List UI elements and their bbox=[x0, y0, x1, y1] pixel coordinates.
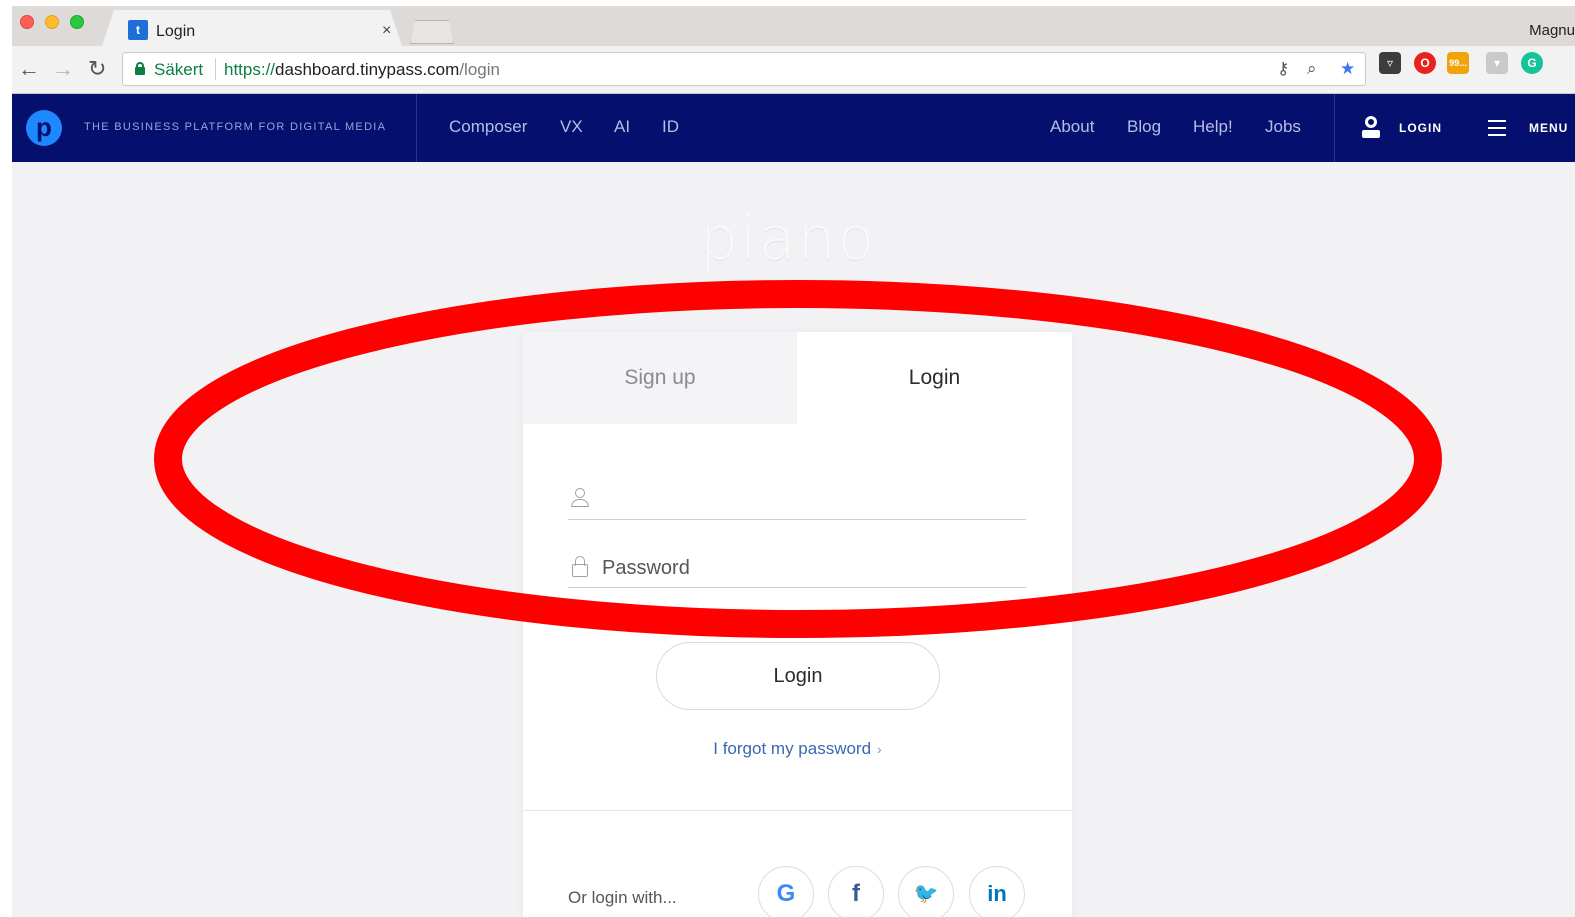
tab-favicon-icon: t bbox=[128, 20, 148, 40]
login-button[interactable]: Login bbox=[656, 642, 940, 710]
pocket-icon[interactable]: ▿ bbox=[1379, 52, 1401, 74]
key-icon[interactable]: ⚷ bbox=[1277, 59, 1289, 79]
person-icon bbox=[570, 488, 590, 510]
close-window-button[interactable] bbox=[20, 15, 34, 29]
piano-wordmark: piano bbox=[700, 204, 877, 274]
nav-product-id[interactable]: ID bbox=[662, 117, 679, 137]
linkedin-icon[interactable]: in bbox=[969, 866, 1025, 917]
grammarly-icon[interactable]: G bbox=[1521, 52, 1543, 74]
nav-product-vx[interactable]: VX bbox=[560, 117, 583, 137]
site-tagline: THE BUSINESS PLATFORM FOR DIGITAL MEDIA bbox=[84, 121, 387, 133]
url-text[interactable]: https://dashboard.tinypass.com/login bbox=[224, 60, 500, 80]
reload-icon[interactable]: ↻ bbox=[88, 56, 106, 82]
save-extension-icon[interactable]: ▾ bbox=[1486, 52, 1508, 74]
tab-login[interactable]: Login bbox=[797, 332, 1072, 424]
new-tab-button[interactable] bbox=[410, 20, 454, 44]
nav-divider bbox=[1334, 94, 1335, 162]
nav-link-help[interactable]: Help! bbox=[1193, 117, 1233, 137]
minimize-window-button[interactable] bbox=[45, 15, 59, 29]
chevron-right-icon: › bbox=[877, 741, 882, 757]
password-field[interactable] bbox=[568, 548, 1026, 588]
password-input[interactable] bbox=[602, 554, 1022, 582]
username-input[interactable] bbox=[602, 486, 1022, 514]
card-divider bbox=[523, 810, 1072, 811]
nav-menu-link[interactable]: MENU bbox=[1529, 121, 1568, 135]
opera-icon[interactable]: O bbox=[1414, 52, 1436, 74]
nav-link-jobs[interactable]: Jobs bbox=[1265, 117, 1301, 137]
facebook-icon[interactable]: f bbox=[828, 866, 884, 917]
google-icon[interactable]: G bbox=[758, 866, 814, 917]
back-arrow-icon[interactable]: ← bbox=[18, 56, 40, 82]
twitter-icon[interactable]: 🐦 bbox=[898, 866, 954, 917]
padlock-icon bbox=[570, 556, 590, 578]
tab-strip: t Login × Magnu bbox=[12, 6, 1575, 46]
tab-title: Login bbox=[156, 23, 196, 40]
address-bar[interactable]: Säkert https://dashboard.tinypass.com/lo… bbox=[122, 52, 1366, 86]
username-field[interactable] bbox=[568, 480, 1026, 520]
nav-product-ai[interactable]: AI bbox=[614, 117, 630, 137]
nav-product-composer[interactable]: Composer bbox=[449, 117, 527, 137]
url-scheme: https:// bbox=[224, 60, 276, 79]
browser-chrome: t Login × Magnu ← → ↻ Säkert https://das… bbox=[12, 6, 1575, 94]
bookmark-star-icon[interactable]: ★ bbox=[1340, 59, 1355, 79]
url-host: dashboard.tinypass.com bbox=[275, 60, 460, 79]
rss-extension-icon[interactable]: 99... bbox=[1447, 52, 1469, 74]
user-icon[interactable] bbox=[1362, 116, 1380, 140]
hamburger-menu-icon[interactable] bbox=[1488, 120, 1506, 136]
nav-link-blog[interactable]: Blog bbox=[1127, 117, 1161, 137]
browser-toolbar: ← → ↻ Säkert https://dashboard.tinypass.… bbox=[12, 46, 1575, 94]
site-navbar: p THE BUSINESS PLATFORM FOR DIGITAL MEDI… bbox=[12, 94, 1575, 162]
forgot-password-link[interactable]: I forgot my password › bbox=[523, 739, 1072, 759]
lock-icon bbox=[135, 62, 145, 75]
secure-label: Säkert bbox=[154, 60, 204, 79]
profile-name[interactable]: Magnu bbox=[1529, 22, 1575, 39]
url-path: /login bbox=[459, 60, 500, 79]
maximize-window-button[interactable] bbox=[70, 15, 84, 29]
tab-sign-up[interactable]: Sign up bbox=[523, 332, 797, 424]
address-divider bbox=[215, 58, 216, 80]
forward-arrow-icon[interactable]: → bbox=[52, 56, 74, 82]
nav-divider bbox=[416, 94, 417, 162]
nav-login-link[interactable]: LOGIN bbox=[1399, 121, 1442, 135]
nav-link-about[interactable]: About bbox=[1050, 117, 1094, 137]
zoom-icon[interactable]: ⌕ bbox=[1307, 59, 1317, 79]
page-body: piano Sign up Login Login I forgot my pa… bbox=[12, 162, 1575, 917]
login-card: Sign up Login Login I forgot my password… bbox=[523, 332, 1072, 917]
social-login-prompt: Or login with... bbox=[568, 888, 677, 907]
forgot-password-label: I forgot my password bbox=[713, 739, 872, 758]
piano-logo-icon[interactable]: p bbox=[26, 110, 62, 146]
tab-close-icon[interactable]: × bbox=[382, 22, 391, 40]
